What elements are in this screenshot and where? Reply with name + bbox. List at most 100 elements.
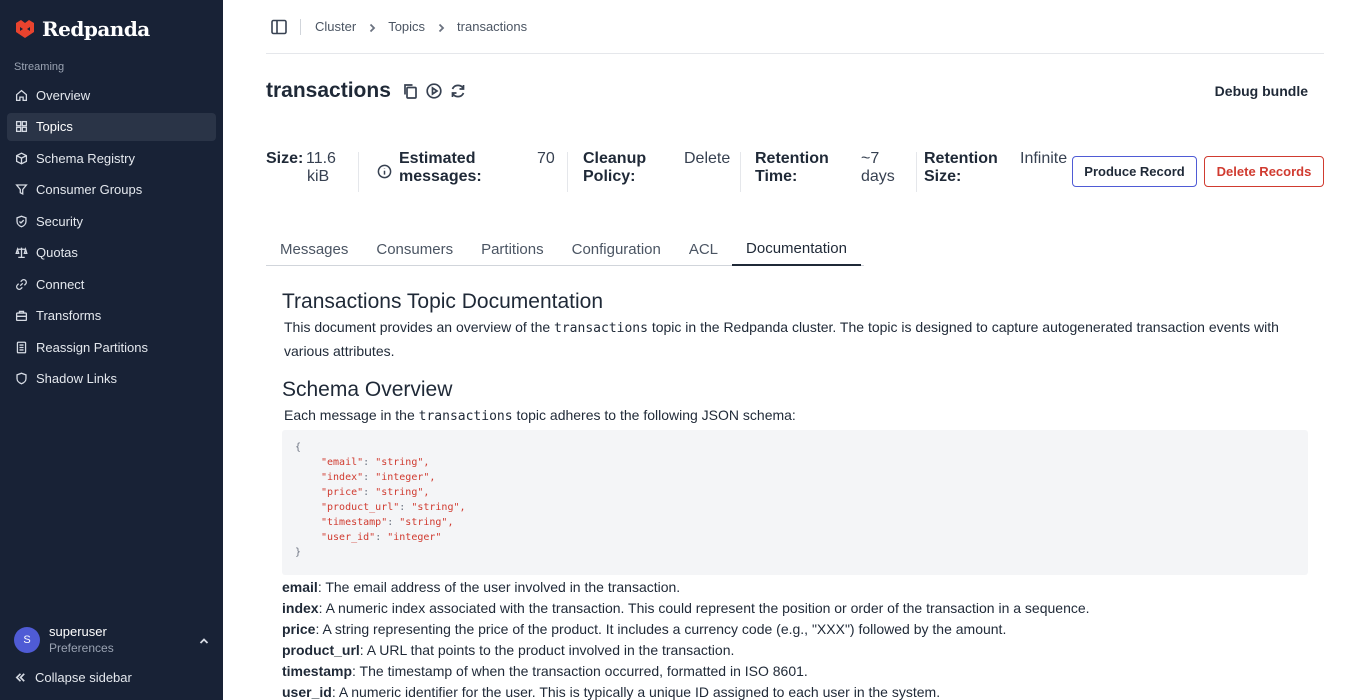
code-value: "string", bbox=[399, 517, 454, 528]
retention-time-label: Retention Time: bbox=[755, 150, 829, 186]
doc-intro-text: This document provides an overview of th… bbox=[284, 319, 555, 335]
tab-messages[interactable]: Messages bbox=[266, 232, 362, 266]
stat-divider bbox=[916, 152, 917, 192]
topbar: Cluster Topics transactions bbox=[266, 0, 1324, 54]
breadcrumb-cluster[interactable]: Cluster bbox=[315, 19, 356, 34]
home-icon bbox=[15, 89, 28, 102]
documentation-panel: Transactions Topic Documentation This do… bbox=[282, 288, 1308, 700]
field-desc: : A string representing the price of the… bbox=[315, 621, 1007, 637]
sidebar-item-label: Reassign Partitions bbox=[36, 339, 148, 355]
sidebar-item-reassign-partitions[interactable]: Reassign Partitions bbox=[7, 333, 216, 361]
shield-icon bbox=[15, 372, 28, 385]
field-desc: : The timestamp of when the transaction … bbox=[352, 663, 808, 679]
stat-divider bbox=[358, 152, 359, 192]
user-menu[interactable]: S superuser Preferences bbox=[14, 622, 210, 658]
stat-divider bbox=[740, 152, 741, 192]
info-icon[interactable] bbox=[377, 164, 392, 184]
produce-record-button[interactable]: Produce Record bbox=[1072, 156, 1197, 187]
retention-time-value-line2: days bbox=[861, 168, 895, 185]
field-name: user_id bbox=[282, 684, 332, 700]
schema-intro-code: transactions bbox=[418, 409, 513, 424]
breadcrumb-topics[interactable]: Topics bbox=[388, 19, 425, 34]
schema-intro: Each message in the transactions topic a… bbox=[284, 404, 1308, 428]
sidebar-toggle-icon[interactable] bbox=[270, 18, 288, 36]
refresh-icon[interactable] bbox=[449, 82, 467, 100]
sidebar-item-security[interactable]: Security bbox=[7, 207, 216, 235]
size-value-number: 11.6 bbox=[306, 150, 336, 167]
logo-text: Redpanda bbox=[42, 17, 150, 41]
estimated-messages-label-line2: messages: bbox=[399, 168, 482, 185]
retention-size-label-line1: Retention bbox=[924, 150, 998, 167]
code-line: "price": "string", bbox=[321, 487, 430, 498]
code-key: "user_id" bbox=[321, 532, 376, 543]
doc-intro: This document provides an overview of th… bbox=[284, 316, 1308, 362]
code-line: "timestamp": "string", bbox=[321, 517, 454, 528]
topic-tabs: Messages Consumers Partitions Configurat… bbox=[266, 232, 864, 266]
play-circle-icon[interactable] bbox=[425, 82, 443, 100]
sidebar-item-schema-registry[interactable]: Schema Registry bbox=[7, 144, 216, 172]
delete-records-button[interactable]: Delete Records bbox=[1204, 156, 1324, 187]
schema-code-block: { "email": "string", "index": "integer",… bbox=[282, 430, 1308, 575]
topbar-divider bbox=[300, 18, 301, 35]
breadcrumb: Cluster Topics transactions bbox=[315, 19, 527, 34]
sidebar-item-transforms[interactable]: Transforms bbox=[7, 302, 216, 330]
tab-partitions[interactable]: Partitions bbox=[467, 232, 558, 266]
code-key: "product_url" bbox=[321, 502, 400, 513]
main-content: Cluster Topics transactions transactions… bbox=[266, 0, 1324, 700]
title-row: transactions Debug bundle bbox=[266, 76, 1324, 106]
tab-acl[interactable]: ACL bbox=[675, 232, 732, 266]
sidebar-item-label: Consumer Groups bbox=[36, 182, 143, 197]
stat-divider bbox=[567, 152, 568, 192]
sidebar-item-topics[interactable]: Topics bbox=[7, 112, 216, 141]
retention-time-value-line1: ~7 bbox=[861, 150, 880, 167]
sidebar-item-shadow-links[interactable]: Shadow Links bbox=[7, 365, 216, 393]
section-label-streaming: Streaming bbox=[14, 61, 65, 73]
schema-heading: Schema Overview bbox=[282, 378, 453, 401]
field-row-timestamp: timestamp: The timestamp of when the tra… bbox=[282, 661, 1308, 682]
debug-bundle-button[interactable]: Debug bundle bbox=[1215, 83, 1308, 99]
link-icon bbox=[15, 278, 28, 291]
retention-time-value: ~7 days bbox=[861, 150, 895, 186]
briefcase-icon bbox=[15, 309, 28, 322]
copy-icon[interactable] bbox=[401, 82, 419, 100]
user-name: superuser bbox=[49, 624, 107, 639]
collapse-sidebar-button[interactable]: Collapse sidebar bbox=[14, 670, 132, 685]
code-line: "index": "integer", bbox=[321, 472, 436, 483]
sidebar-item-consumer-groups[interactable]: Consumer Groups bbox=[7, 176, 216, 204]
code-value: "string", bbox=[375, 487, 430, 498]
retention-size-label-line2: Size: bbox=[924, 168, 962, 185]
code-brace-open: { bbox=[295, 442, 302, 453]
tab-documentation[interactable]: Documentation bbox=[732, 232, 861, 266]
sidebar-item-overview[interactable]: Overview bbox=[7, 81, 216, 109]
sidebar-item-label: Quotas bbox=[36, 245, 78, 260]
tab-configuration[interactable]: Configuration bbox=[558, 232, 675, 266]
collapse-sidebar-label: Collapse sidebar bbox=[35, 670, 132, 685]
retention-size-label: Retention Size: bbox=[924, 150, 998, 186]
code-value: "integer", bbox=[375, 472, 436, 483]
field-desc: : A numeric identifier for the user. Thi… bbox=[331, 684, 941, 700]
cube-icon bbox=[15, 151, 28, 165]
sidebar-item-label: Connect bbox=[36, 276, 85, 292]
scale-icon bbox=[15, 246, 28, 259]
estimated-messages-label: Estimated messages: bbox=[399, 150, 482, 186]
code-key: "timestamp" bbox=[321, 517, 388, 528]
sidebar-item-quotas[interactable]: Quotas bbox=[7, 239, 216, 267]
logo[interactable]: Redpanda bbox=[14, 16, 150, 42]
field-row-email: email: The email address of the user inv… bbox=[282, 577, 1308, 598]
tab-consumers[interactable]: Consumers bbox=[362, 232, 467, 266]
size-label: Size: bbox=[266, 150, 304, 167]
size-value: 11.6 kiB bbox=[306, 150, 336, 186]
field-name: email bbox=[282, 579, 318, 595]
sidebar-nav: Overview Topics Schema Registry Consumer… bbox=[7, 81, 216, 396]
sidebar-item-connect[interactable]: Connect bbox=[7, 270, 216, 298]
doc-heading: Transactions Topic Documentation bbox=[282, 290, 603, 313]
filter-icon bbox=[15, 183, 28, 196]
cleanup-policy-label-line2: Policy: bbox=[583, 168, 636, 185]
field-row-user-id: user_id: A numeric identifier for the us… bbox=[282, 682, 1308, 700]
sidebar-item-label: Security bbox=[36, 213, 83, 229]
chevron-up-icon bbox=[198, 634, 210, 646]
sidebar-item-label: Topics bbox=[36, 119, 73, 134]
schema-intro-text-rest: topic adheres to the following JSON sche… bbox=[512, 407, 796, 423]
field-desc: : A numeric index associated with the tr… bbox=[318, 600, 1090, 616]
retention-time-label-line2: Time: bbox=[755, 168, 798, 185]
